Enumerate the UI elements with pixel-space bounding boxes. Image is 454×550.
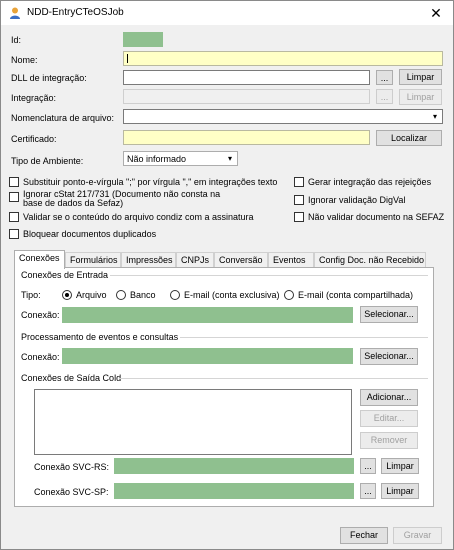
radio-banco[interactable] [116,290,126,300]
tipo-ambiente-select[interactable]: Não informado ▾ [123,151,238,166]
tipo-label: Tipo: [21,290,41,300]
conexao-entrada-field[interactable] [62,307,353,323]
tab-formularios[interactable]: Formulários [65,252,121,268]
close-icon[interactable]: ✕ [425,3,447,23]
conexao-entrada-label: Conexão: [21,310,60,320]
selecionar-processamento-button[interactable]: Selecionar... [360,348,418,365]
radio-email-exclusiva[interactable] [170,290,180,300]
chevron-down-icon: ▾ [432,112,437,121]
gerar-rejeicoes-checkbox[interactable] [294,177,304,187]
text-cursor [127,54,128,63]
svc-rs-field[interactable] [114,458,354,474]
integracao-label: Integração: [11,93,57,103]
dialog-window: NDD-EntryCTeOSJob ✕ Id: Nome: DLL de int… [0,0,454,550]
saida-cold-list[interactable] [34,389,352,455]
svc-sp-label: Conexão SVC-SP: [34,487,109,497]
nome-input[interactable] [123,51,443,66]
dll-input[interactable] [123,70,370,85]
validar-conteudo-checkbox[interactable] [9,212,19,222]
tipo-ambiente-label: Tipo de Ambiente: [11,156,84,166]
svc-rs-limpar-button[interactable]: Limpar [381,458,419,474]
conexao-processamento-label: Conexão: [21,352,60,362]
bloquear-label: Bloquear documentos duplicados [23,229,157,239]
nao-validar-sefaz-checkbox[interactable] [294,212,304,222]
id-label: Id: [11,35,22,45]
svc-sp-browse-button[interactable]: ... [360,483,376,499]
integracao-input [123,89,370,104]
ignorar-digval-label: Ignorar validação DigVal [308,195,406,205]
tab-cnpjs[interactable]: CNPJs [176,252,214,268]
fechar-button[interactable]: Fechar [340,527,388,544]
certificado-label: Certificado: [11,134,57,144]
radio-email-compartilhada-label: E-mail (conta compartilhada) [298,290,414,300]
entrada-group-title: Conexões de Entrada [21,270,109,280]
tab-conexoes[interactable]: Conexões [14,250,65,269]
dll-browse-button[interactable]: ... [376,70,393,85]
substituir-checkbox[interactable] [9,177,19,187]
user-icon [10,7,20,19]
localizar-button[interactable]: Localizar [376,130,442,146]
nomenclatura-select[interactable]: ▾ [123,109,443,124]
svc-sp-limpar-button[interactable]: Limpar [381,483,419,499]
editar-button: Editar... [360,410,418,427]
substituir-label: Substituir ponto-e-vírgula ";" por vírgu… [23,177,278,187]
remover-button: Remover [360,432,418,449]
nomenclatura-label: Nomenclatura de arquivo: [11,113,115,123]
radio-arquivo-label: Arquivo [76,290,107,300]
selecionar-entrada-button[interactable]: Selecionar... [360,306,418,323]
tab-conversao[interactable]: Conversão [214,252,268,268]
id-field [123,32,163,47]
processamento-group-title: Processamento de eventos e consultas [21,332,179,342]
svc-sp-field[interactable] [114,483,354,499]
integracao-limpar-button: Limpar [399,89,442,105]
conexoes-panel: Conexões de Entrada Tipo: Arquivo Banco … [14,267,434,507]
dll-limpar-button[interactable]: Limpar [399,69,442,85]
entrada-divider [110,275,428,276]
tab-config-doc[interactable]: Config Doc. não Recebido [314,252,426,268]
tab-eventos[interactable]: Eventos [268,252,314,268]
tab-impressoes[interactable]: Impressões [121,252,176,268]
chevron-down-icon: ▾ [227,154,232,163]
ignorar-cstat-label-2: base de dados da Sefaz) [23,198,124,208]
integracao-browse-button: ... [376,89,393,104]
radio-arquivo[interactable] [62,290,72,300]
radio-email-exclusiva-label: E-mail (conta exclusiva) [184,290,280,300]
svc-rs-label: Conexão SVC-RS: [34,462,110,472]
gravar-button: Gravar [393,527,442,544]
dll-label: DLL de integração: [11,73,87,83]
radio-email-compartilhada[interactable] [284,290,294,300]
nome-label: Nome: [11,55,38,65]
gerar-rejeicoes-label: Gerar integração das rejeições [308,177,432,187]
conexao-processamento-field[interactable] [62,348,353,364]
tipo-ambiente-value: Não informado [127,154,187,164]
ignorar-cstat-checkbox[interactable] [9,192,19,202]
radio-banco-label: Banco [130,290,156,300]
adicionar-button[interactable]: Adicionar... [360,389,418,406]
title-bar: NDD-EntryCTeOSJob ✕ [1,1,453,25]
saida-cold-group-title: Conexões de Saída Cold [21,373,122,383]
svc-rs-browse-button[interactable]: ... [360,458,376,474]
processamento-divider [180,337,428,338]
saida-cold-divider [119,378,428,379]
window-title: NDD-EntryCTeOSJob [27,7,124,18]
nao-validar-sefaz-label: Não validar documento na SEFAZ [308,212,445,222]
bloquear-checkbox[interactable] [9,229,19,239]
certificado-input[interactable] [123,130,370,145]
ignorar-digval-checkbox[interactable] [294,195,304,205]
validar-conteudo-label: Validar se o conteúdo do arquivo condiz … [23,212,254,222]
